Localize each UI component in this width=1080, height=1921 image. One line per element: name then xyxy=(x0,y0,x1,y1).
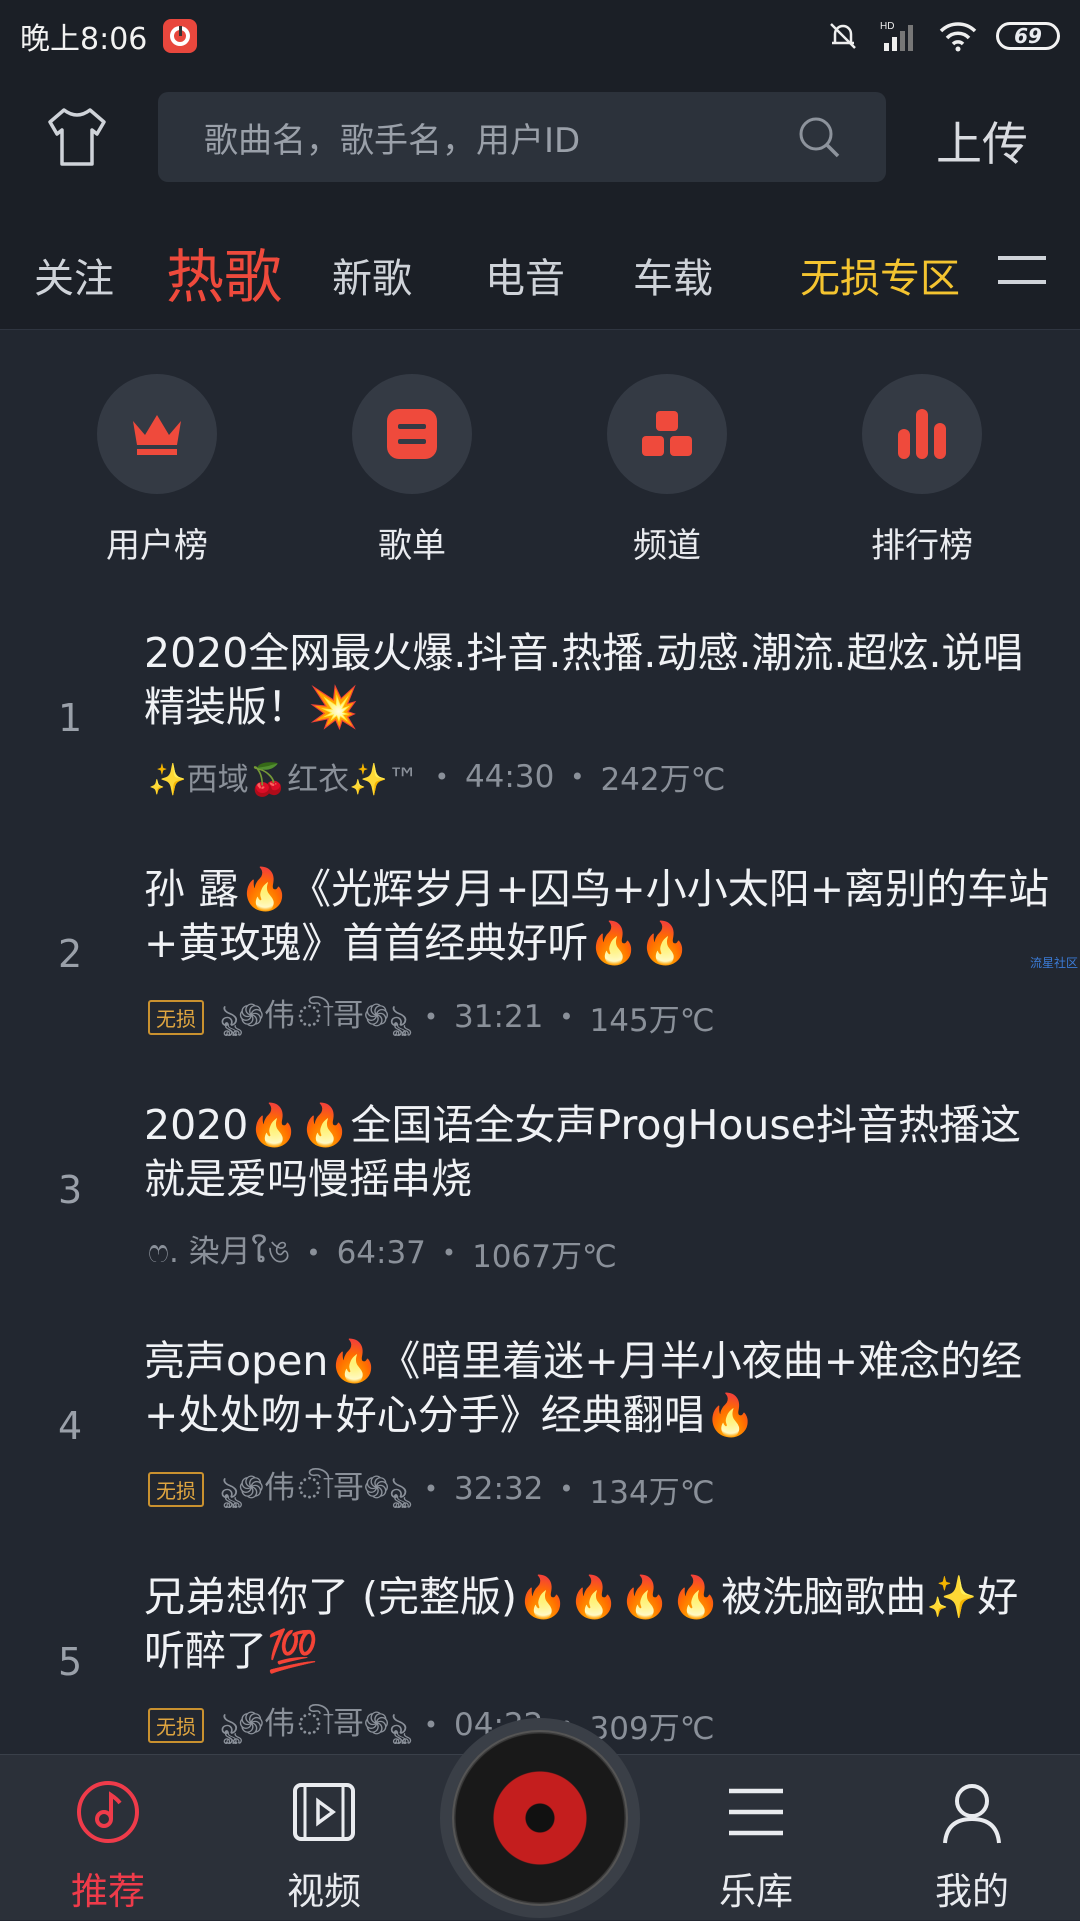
battery-indicator: 69 xyxy=(996,22,1060,50)
song-duration: 64:37 xyxy=(336,1235,426,1271)
search-icon[interactable] xyxy=(796,114,842,160)
song-uploader: ✨西域🍒红衣✨™ xyxy=(148,762,419,798)
song-meta: 无损 ৡৣ֍伟ী哥֍ৡৣ• 04:22• 309万℃ xyxy=(148,1698,715,1752)
vinyl-record-icon xyxy=(452,1730,628,1906)
video-icon xyxy=(293,1783,355,1841)
channel-icon xyxy=(642,411,692,456)
song-item[interactable]: 1 2020全网最火爆.抖音.热播.动感.潮流.超炫.说唱精装版！💥 ✨西域🍒红… xyxy=(0,626,1080,862)
category-playlist[interactable]: 歌单 xyxy=(352,374,472,570)
category-rankings[interactable]: 排行榜 xyxy=(862,374,982,570)
status-icons: HD 69 xyxy=(826,19,1060,53)
category-channel[interactable]: 频道 xyxy=(607,374,727,570)
crown-icon xyxy=(133,415,181,455)
nav-label: 乐库 xyxy=(719,1870,793,1913)
nav-mine[interactable]: 我的 xyxy=(902,1755,1042,1921)
library-list-icon xyxy=(729,1788,783,1836)
song-title: 兄弟想你了 (完整版)🔥🔥🔥🔥被洗脑歌曲✨好听醉了💯 xyxy=(144,1573,1019,1675)
category-label: 排行榜 xyxy=(871,526,973,566)
status-time: 晚上8:06 xyxy=(20,22,148,57)
lossless-badge: 无损 xyxy=(148,1707,204,1743)
song-rank: 1 xyxy=(58,696,83,740)
song-item[interactable]: 2 孙 露🔥《光辉岁月+囚鸟+小小太阳+离别的车站+黄玫瑰》首首经典好听🔥🔥 无… xyxy=(0,862,1080,1098)
song-title: 2020全网最火爆.抖音.热播.动感.潮流.超炫.说唱精装版！💥 xyxy=(144,629,1024,731)
song-item[interactable]: 3 2020🔥🔥全国语全女声ProgHouse抖音热播这就是爱吗慢摇串烧 ෆ. … xyxy=(0,1098,1080,1334)
song-title: 孙 露🔥《光辉岁月+囚鸟+小小太阳+离别的车站+黄玫瑰》首首经典好听🔥🔥 xyxy=(144,865,1050,967)
nav-label: 推荐 xyxy=(71,1870,145,1913)
top-bar: 歌曲名，歌手名，用户ID 上传 xyxy=(0,72,1080,210)
song-rank: 4 xyxy=(58,1404,83,1448)
song-item[interactable]: 4 亮声open🔥《暗里着迷+月半小夜曲+难念的经+处处吻+好心分手》经典翻唱🔥… xyxy=(0,1334,1080,1570)
nav-recommend[interactable]: 推荐 xyxy=(38,1755,178,1921)
song-duration: 32:32 xyxy=(454,1471,544,1507)
song-uploader: ෆ. 染月ໃঙ xyxy=(148,1234,291,1270)
song-duration: 44:30 xyxy=(464,758,555,795)
song-rank: 2 xyxy=(58,932,83,976)
song-meta: 无损 ৡৣ֍伟ী哥֍ৡৣ • 31:21 • 145万℃ xyxy=(148,990,715,1044)
song-rank: 3 xyxy=(58,1168,83,1212)
song-title: 2020🔥🔥全国语全女声ProgHouse抖音热播这就是爱吗慢摇串烧 xyxy=(144,1101,1021,1203)
category-label: 歌单 xyxy=(378,526,446,566)
category-user-chart[interactable]: 用户榜 xyxy=(97,374,217,570)
category-label: 用户榜 xyxy=(106,526,208,566)
app-notification-icon xyxy=(163,19,198,53)
nav-label: 我的 xyxy=(935,1870,1009,1913)
tabs-menu-icon[interactable] xyxy=(998,254,1046,284)
signal-icon: HD xyxy=(880,21,913,51)
search-placeholder: 歌曲名，歌手名，用户ID xyxy=(204,120,581,161)
lossless-badge: 无损 xyxy=(148,999,204,1035)
tab-electronic[interactable]: 电音 xyxy=(485,246,565,304)
tab-lossless-zone[interactable]: 无损专区 xyxy=(800,246,960,304)
song-heat: 309万℃ xyxy=(589,1710,715,1747)
song-rank: 5 xyxy=(58,1640,83,1684)
song-heat: 1067万℃ xyxy=(472,1238,617,1275)
tab-hot-songs[interactable]: 热歌 xyxy=(166,230,282,314)
music-note-circle-icon xyxy=(77,1781,139,1843)
wifi-icon xyxy=(939,22,977,52)
svg-text:HD: HD xyxy=(880,21,894,32)
song-duration: 31:21 xyxy=(454,999,544,1035)
nav-label: 视频 xyxy=(287,1870,361,1913)
status-bar: 晚上8:06 HD 69 xyxy=(0,0,1080,72)
user-profile-icon xyxy=(943,1784,1001,1844)
skin-tshirt-icon[interactable] xyxy=(42,102,112,172)
lossless-badge: 无损 xyxy=(148,1471,204,1507)
song-meta: 无损 ৡৣ֍伟ী哥֍ৡৣ • 32:32 • 134万℃ xyxy=(148,1462,715,1516)
upload-button[interactable]: 上传 xyxy=(936,108,1028,174)
side-community-link[interactable]: 流星社区 xyxy=(1030,954,1078,971)
song-title: 亮声open🔥《暗里着迷+月半小夜曲+难念的经+处处吻+好心分手》经典翻唱🔥 xyxy=(144,1337,1023,1439)
mute-bell-icon xyxy=(830,23,856,49)
song-uploader: ৡৣ֍伟ী哥֍ৡৣ xyxy=(220,1706,408,1742)
nav-video[interactable]: 视频 xyxy=(254,1755,394,1921)
song-heat: 145万℃ xyxy=(589,1002,715,1039)
song-uploader: ৡৣ֍伟ী哥֍ৡৣ xyxy=(220,998,408,1034)
tab-car[interactable]: 车载 xyxy=(633,246,713,304)
tab-new-songs[interactable]: 新歌 xyxy=(332,246,412,304)
song-meta: ෆ. 染月ໃঙ • 64:37 • 1067万℃ xyxy=(148,1226,617,1280)
song-heat: 134万℃ xyxy=(589,1474,715,1511)
song-meta: ✨西域🍒红衣✨™ • 44:30 • 242万℃ xyxy=(148,754,725,799)
song-uploader: ৡৣ֍伟ী哥֍ৡৣ xyxy=(220,1470,408,1506)
playlist-icon xyxy=(387,409,437,459)
nav-library[interactable]: 乐库 xyxy=(686,1755,826,1921)
category-label: 频道 xyxy=(633,526,701,566)
song-heat: 242万℃ xyxy=(600,762,726,798)
now-playing-disc[interactable] xyxy=(440,1718,640,1918)
chart-bars-icon xyxy=(898,409,946,459)
tab-follow[interactable]: 关注 xyxy=(34,246,114,304)
category-tabs: 关注 热歌 新歌 电音 车载 无损专区 xyxy=(0,210,1080,330)
search-bar[interactable]: 歌曲名，歌手名，用户ID xyxy=(158,92,886,182)
